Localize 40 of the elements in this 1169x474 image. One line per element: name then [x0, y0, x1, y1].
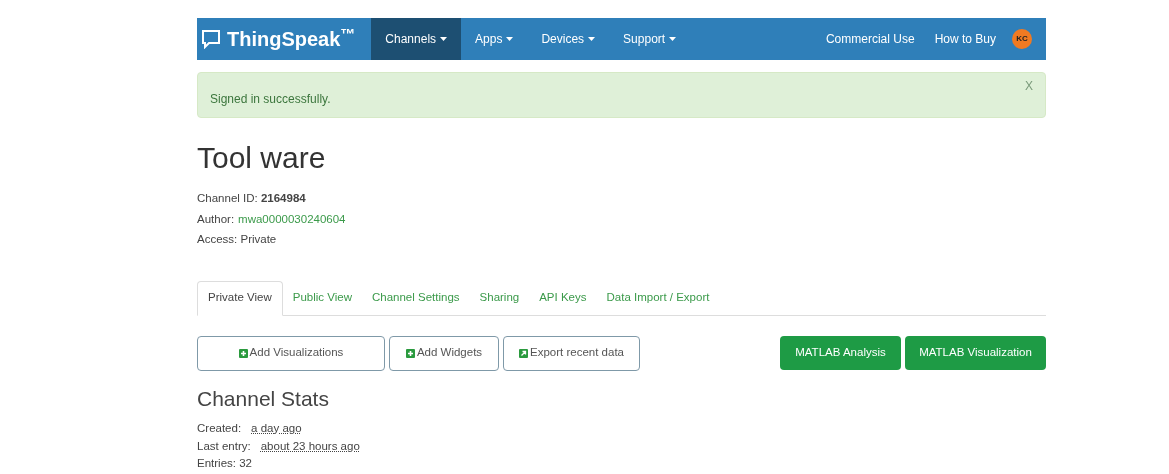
matlab-button[interactable]: MATLAB Visualization: [905, 335, 1046, 370]
action-button[interactable]: Export recent data: [503, 335, 640, 371]
caret-icon: [506, 37, 514, 41]
close-button[interactable]: X: [1025, 77, 1033, 95]
tab[interactable]: Channel Settings: [361, 280, 470, 316]
nav-menu[interactable]: Channels: [371, 18, 462, 60]
author-link[interactable]: mwa0000030240604: [238, 208, 346, 229]
section-title: Channel Stats: [197, 385, 330, 412]
channel-id: Channel ID: 2164984: [197, 191, 307, 206]
matlab-button[interactable]: MATLAB Analysis: [780, 335, 901, 370]
tab[interactable]: Sharing: [469, 280, 530, 316]
caret-icon: [440, 37, 448, 41]
brand-logo[interactable]: ThingSpeak$^{™}$: [227, 24, 356, 54]
action-button[interactable]: Add Visualizations: [197, 335, 385, 371]
stat-value: about 23 hours ago: [260, 438, 360, 454]
caret-icon: [588, 37, 596, 41]
nav-menu[interactable]: Devices: [527, 18, 610, 60]
tab[interactable]: Private View: [197, 280, 283, 316]
author-label: Author:: [197, 211, 235, 227]
plus-icon: [405, 348, 415, 358]
stat-value: a day ago: [251, 421, 302, 436]
stat-label: Created:: [197, 421, 242, 436]
tab[interactable]: Public View: [282, 280, 362, 316]
nav-link[interactable]: Commercial Use: [815, 30, 925, 48]
entries-count: Entries: 32: [197, 456, 253, 471]
action-button[interactable]: Add Widgets: [389, 335, 499, 371]
caret-icon: [669, 37, 677, 41]
user-avatar[interactable]: KC: [1012, 29, 1032, 49]
speech-bubble-icon: [201, 29, 221, 49]
tab[interactable]: Data Import / Export: [596, 280, 720, 316]
tab[interactable]: API Keys: [529, 280, 597, 316]
export-icon: [519, 348, 528, 358]
plus-icon: [238, 348, 248, 358]
nav-menu[interactable]: Apps: [461, 18, 528, 60]
nav-menu[interactable]: Support: [609, 18, 691, 60]
alert-message: Signed in successfully.: [210, 91, 331, 108]
access-text: Access: Private: [197, 232, 278, 247]
stat-label: Last entry:: [197, 438, 251, 454]
channel-title: Tool ware: [197, 140, 327, 176]
nav-link[interactable]: How to Buy: [924, 30, 1006, 48]
